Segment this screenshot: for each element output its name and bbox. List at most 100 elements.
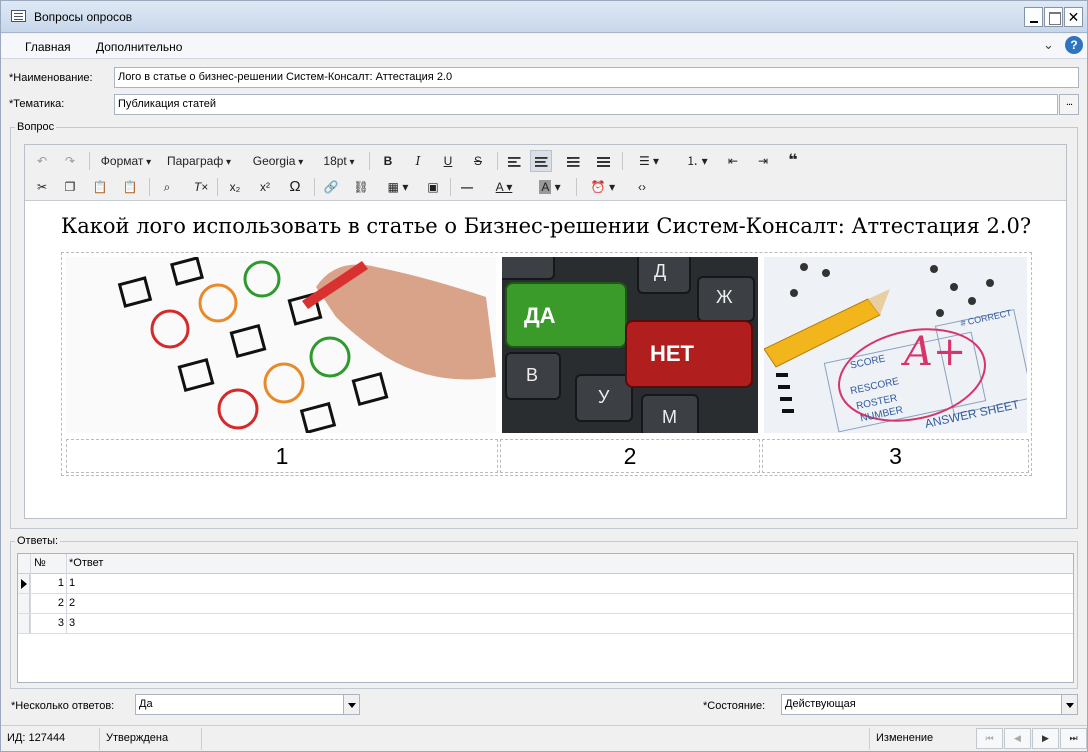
- key-zh-label: Ж: [716, 287, 733, 307]
- table-icon[interactable]: ▦ ▾: [381, 176, 415, 198]
- record-id: ИД: 127444: [7, 732, 66, 744]
- table-row[interactable]: 2 2: [18, 594, 1073, 614]
- last-record-button[interactable]: ⏭: [1060, 728, 1087, 749]
- form-window-icon: [11, 10, 26, 22]
- answers-group-title: Ответы:: [15, 535, 61, 547]
- bullet-list-icon[interactable]: ☰ ▾: [629, 150, 669, 172]
- paragraph-dropdown[interactable]: Параграф: [163, 150, 235, 172]
- italic-icon[interactable]: I: [407, 150, 429, 172]
- topic-field[interactable]: Публикация статей: [114, 94, 1058, 115]
- align-center-icon[interactable]: [530, 150, 552, 172]
- row-selector[interactable]: [18, 574, 30, 593]
- topic-select-button[interactable]: ...: [1059, 94, 1079, 115]
- question-group-title: Вопрос: [15, 121, 57, 133]
- row-answer[interactable]: 1: [69, 577, 75, 589]
- source-code-icon[interactable]: ‹›: [631, 176, 653, 198]
- row-number: 3: [57, 617, 64, 629]
- no-key-label: НЕТ: [650, 341, 694, 366]
- strikethrough-icon[interactable]: S: [467, 150, 489, 172]
- menu-home[interactable]: Главная: [25, 40, 71, 54]
- column-header-answer[interactable]: *Ответ: [69, 557, 103, 569]
- editor-content[interactable]: Какой лого использовать в статье о Бизне…: [25, 202, 1066, 518]
- key-u-label: У: [598, 387, 610, 407]
- font-size-dropdown[interactable]: 18pt: [319, 150, 359, 172]
- approval-status: Утверждена: [106, 732, 169, 744]
- outdent-icon[interactable]: ⇤: [722, 150, 744, 172]
- close-button[interactable]: ✕: [1064, 7, 1083, 27]
- numbered-list-icon[interactable]: ⒈ ▾: [677, 150, 717, 172]
- checklist-image: [66, 257, 496, 433]
- help-icon[interactable]: ?: [1065, 36, 1083, 54]
- underline-icon[interactable]: U: [437, 150, 459, 172]
- paste-icon[interactable]: 📋: [89, 176, 111, 198]
- special-char-icon[interactable]: Ω: [284, 176, 306, 198]
- redo-icon[interactable]: ↷: [59, 150, 81, 172]
- topic-label: *Тематика:: [9, 98, 65, 110]
- row-selector[interactable]: [18, 594, 30, 613]
- chevron-down-icon[interactable]: ⌄: [1043, 37, 1054, 53]
- status-bar: ИД: 127444 Утверждена Изменение ⏮ ◀ ▶ ⏭: [1, 725, 1087, 751]
- align-right-icon[interactable]: [562, 150, 584, 172]
- clear-formatting-icon[interactable]: T×: [190, 176, 212, 198]
- dropdown-arrow-icon[interactable]: [1061, 695, 1077, 714]
- multiple-answers-select[interactable]: Да: [135, 694, 360, 715]
- subscript-icon[interactable]: x₂: [224, 176, 246, 198]
- row-selector[interactable]: [18, 614, 30, 633]
- multiple-answers-value: Да: [139, 698, 153, 710]
- state-select[interactable]: Действующая: [781, 694, 1078, 715]
- align-justify-icon[interactable]: [592, 150, 614, 172]
- name-label: *Наименование:: [9, 72, 93, 84]
- answers-grid[interactable]: № *Ответ 1 1 2 2 3 3: [17, 553, 1074, 683]
- unlink-icon[interactable]: ⛓: [350, 176, 372, 198]
- undo-icon[interactable]: ↶: [31, 150, 53, 172]
- find-icon[interactable]: ⌕: [156, 176, 178, 198]
- font-family-dropdown[interactable]: Georgia: [247, 150, 309, 172]
- bold-icon[interactable]: B: [377, 150, 399, 172]
- image-icon[interactable]: ▣: [422, 176, 444, 198]
- background-color-icon[interactable]: A ▾: [531, 176, 569, 198]
- rich-text-editor: ↶ ↷ Формат Параграф Georgia 18pt B I U S…: [24, 144, 1067, 519]
- next-record-button[interactable]: ▶: [1032, 728, 1059, 749]
- menu-additional[interactable]: Дополнительно: [96, 40, 182, 54]
- editor-toolbar: ↶ ↷ Формат Параграф Georgia 18pt B I U S…: [25, 145, 1066, 201]
- row-number: 1: [57, 577, 64, 589]
- menu-bar: Главная Дополнительно ⌄ ?: [1, 34, 1087, 59]
- grade-mark: A+: [904, 329, 967, 375]
- blockquote-icon[interactable]: ❝: [782, 150, 804, 172]
- table-row[interactable]: 3 3: [18, 614, 1073, 634]
- current-row-icon: [21, 579, 27, 589]
- key-d-label: Д: [654, 261, 667, 281]
- format-dropdown[interactable]: Формат: [97, 150, 155, 172]
- window-title: Вопросы опросов: [34, 10, 133, 24]
- superscript-icon[interactable]: x²: [254, 176, 276, 198]
- text-color-icon[interactable]: A ▾: [485, 176, 523, 198]
- edit-mode-status: Изменение: [876, 732, 934, 744]
- yes-key-label: ДА: [524, 303, 556, 328]
- state-value: Действующая: [785, 698, 856, 710]
- table-row[interactable]: 1 1: [18, 574, 1073, 594]
- dropdown-arrow-icon[interactable]: [343, 695, 359, 714]
- multiple-answers-label: *Несколько ответов:: [11, 700, 115, 712]
- horizontal-line-icon[interactable]: —: [456, 176, 478, 198]
- link-icon[interactable]: 🔗: [320, 176, 342, 198]
- row-answer[interactable]: 3: [69, 617, 75, 629]
- row-answer[interactable]: 2: [69, 597, 75, 609]
- key-m-label: М: [662, 407, 677, 427]
- minimize-button[interactable]: [1024, 7, 1043, 27]
- indent-icon[interactable]: ⇥: [752, 150, 774, 172]
- align-left-icon[interactable]: [503, 150, 525, 172]
- cut-icon[interactable]: ✂: [31, 176, 53, 198]
- paste-text-icon[interactable]: 📋: [119, 176, 141, 198]
- answer-sheet-image: A+ SCORE RESCORE ROSTER NUMBER ANSWER SH…: [764, 257, 1027, 433]
- image-number-cell: 3: [762, 439, 1029, 473]
- insert-datetime-icon[interactable]: ⏰ ▾: [583, 176, 623, 198]
- copy-icon[interactable]: ❐: [59, 176, 81, 198]
- maximize-button[interactable]: [1044, 7, 1063, 27]
- previous-record-button[interactable]: ◀: [1004, 728, 1031, 749]
- state-label: *Состояние:: [703, 700, 766, 712]
- column-header-number[interactable]: №: [34, 557, 46, 569]
- yes-no-keyboard-image: ДА НЕТ Д Ж В У М: [502, 257, 758, 433]
- first-record-button[interactable]: ⏮: [976, 728, 1003, 749]
- name-field[interactable]: Лого в статье о бизнес-решении Систем-Ко…: [114, 67, 1079, 88]
- title-bar: Вопросы опросов ✕: [1, 1, 1087, 33]
